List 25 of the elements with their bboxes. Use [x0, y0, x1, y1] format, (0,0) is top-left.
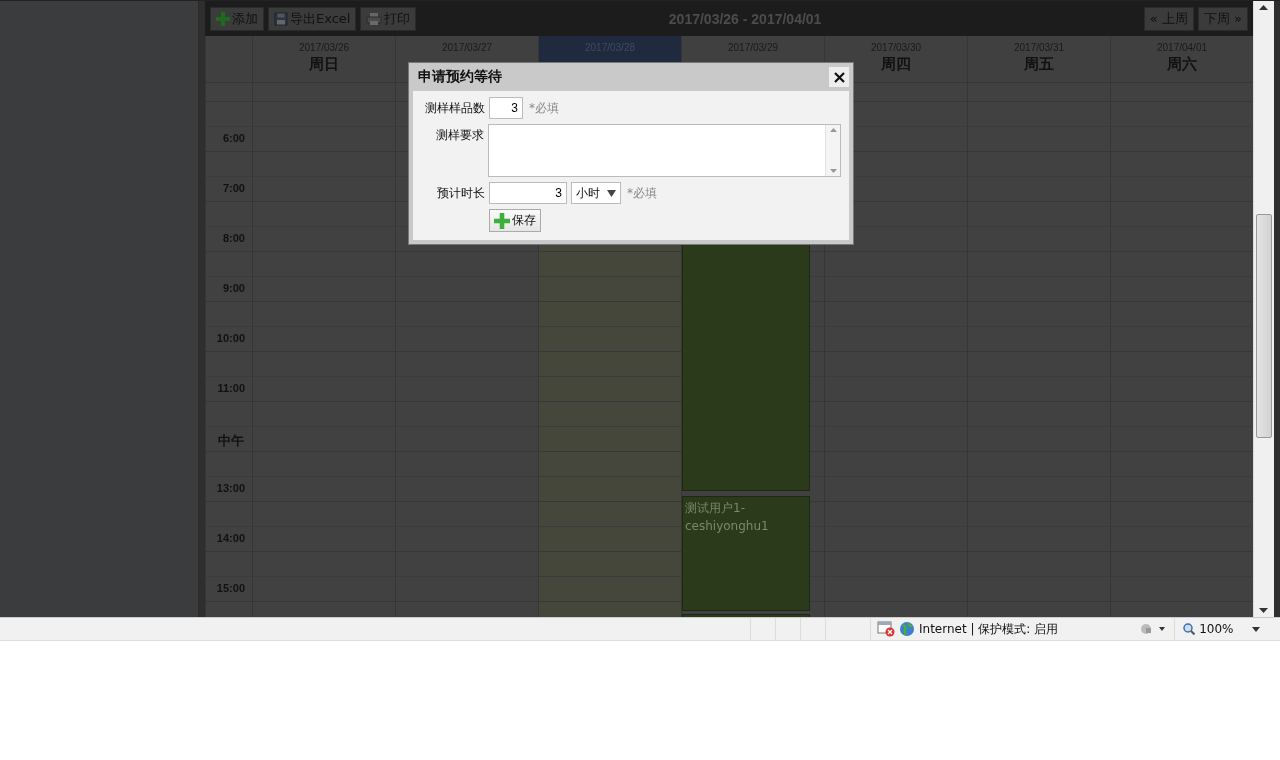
- caret-icon[interactable]: [1251, 626, 1260, 632]
- unit-dropdown[interactable]: 小时: [571, 182, 621, 204]
- plus-icon: [216, 11, 230, 26]
- sample-count-field[interactable]: 3: [489, 97, 523, 119]
- globe-icon: [899, 621, 915, 637]
- required-note: *必填: [529, 100, 559, 117]
- required-note: *必填: [627, 185, 657, 202]
- duration-field[interactable]: 3: [489, 182, 567, 204]
- close-button[interactable]: [829, 67, 849, 87]
- security-zone-text: Internet | 保护模式: 启用: [919, 620, 1059, 638]
- zoom-icon[interactable]: [1183, 623, 1196, 635]
- field-label: 测样要求: [435, 127, 485, 144]
- save-button[interactable]: 保存: [489, 209, 541, 232]
- scroll-up-icon[interactable]: [1259, 5, 1268, 11]
- scroll-down-icon[interactable]: [1259, 607, 1268, 613]
- plus-icon: [494, 212, 510, 229]
- caret-icon: [607, 189, 616, 197]
- zoom-level[interactable]: 100%: [1199, 622, 1234, 636]
- field-label: 预计时长: [436, 185, 485, 202]
- calendar-event[interactable]: 测试用户1-ceshiyonghu1: [682, 496, 810, 611]
- blocked-window-icon[interactable]: [877, 621, 895, 637]
- close-icon: [833, 71, 845, 83]
- printer-icon: [366, 11, 383, 26]
- scrollbar[interactable]: [1253, 1, 1274, 617]
- field-label: 测样样品数: [424, 100, 485, 117]
